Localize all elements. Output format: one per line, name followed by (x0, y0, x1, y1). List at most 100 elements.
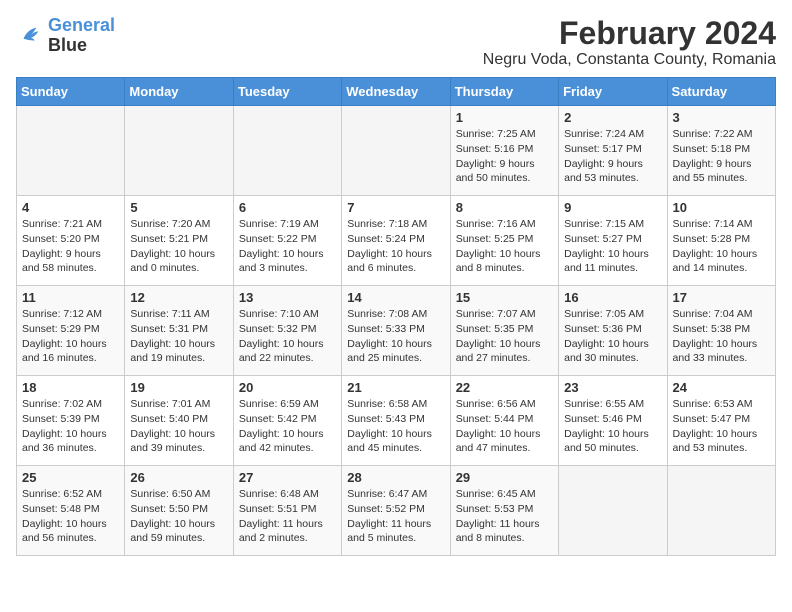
calendar-day-cell: 20Sunrise: 6:59 AMSunset: 5:42 PMDayligh… (233, 376, 341, 466)
calendar-day-cell: 9Sunrise: 7:15 AMSunset: 5:27 PMDaylight… (559, 196, 667, 286)
day-number: 21 (347, 380, 444, 395)
calendar-table: SundayMondayTuesdayWednesdayThursdayFrid… (16, 77, 776, 556)
title-block: February 2024 Negru Voda, Constanta Coun… (483, 16, 776, 69)
day-number: 25 (22, 470, 119, 485)
day-info: Sunrise: 6:58 AMSunset: 5:43 PMDaylight:… (347, 397, 444, 456)
calendar-day-cell (342, 106, 450, 196)
day-number: 23 (564, 380, 661, 395)
weekday-header-sunday: Sunday (17, 78, 125, 106)
logo-bird-icon (16, 22, 44, 50)
weekday-header-wednesday: Wednesday (342, 78, 450, 106)
calendar-day-cell: 8 Sunrise: 7:16 AMSunset: 5:25 PMDaylight… (450, 196, 558, 286)
day-info: Sunrise: 6:50 AMSunset: 5:50 PMDaylight:… (130, 487, 227, 546)
day-info: Sunrise: 7:10 AMSunset: 5:32 PMDaylight:… (239, 307, 336, 366)
day-number: 5 (130, 200, 227, 215)
calendar-week-row: 18 Sunrise: 7:02 AMSunset: 5:39 PMDayligh… (17, 376, 776, 466)
day-info: Sunrise: 6:52 AMSunset: 5:48 PMDaylight:… (22, 487, 119, 546)
day-number: 9 (564, 200, 661, 215)
day-number: 3 (673, 110, 770, 125)
calendar-day-cell: 14Sunrise: 7:08 AMSunset: 5:33 PMDayligh… (342, 286, 450, 376)
day-info: Sunrise: 7:02 AMSunset: 5:39 PMDaylight:… (22, 397, 119, 456)
calendar-day-cell: 5 Sunrise: 7:20 AMSunset: 5:21 PMDaylight… (125, 196, 233, 286)
day-info: Sunrise: 6:48 AMSunset: 5:51 PMDaylight:… (239, 487, 336, 546)
calendar-day-cell (559, 466, 667, 556)
calendar-day-cell: 12 Sunrise: 7:11 AMSunset: 5:31 PMDayligh… (125, 286, 233, 376)
calendar-day-cell: 23 Sunrise: 6:55 AMSunset: 5:46 PMDayligh… (559, 376, 667, 466)
day-info: Sunrise: 7:19 AMSunset: 5:22 PMDaylight:… (239, 217, 336, 276)
day-number: 18 (22, 380, 119, 395)
page-title: February 2024 (483, 16, 776, 51)
day-info: Sunrise: 7:16 AMSunset: 5:25 PMDaylight:… (456, 217, 553, 276)
day-number: 27 (239, 470, 336, 485)
day-number: 26 (130, 470, 227, 485)
day-info: Sunrise: 7:11 AMSunset: 5:31 PMDaylight:… (130, 307, 227, 366)
day-number: 28 (347, 470, 444, 485)
day-number: 7 (347, 200, 444, 215)
day-number: 12 (130, 290, 227, 305)
calendar-day-cell: 22Sunrise: 6:56 AMSunset: 5:44 PMDayligh… (450, 376, 558, 466)
calendar-day-cell: 6 Sunrise: 7:19 AMSunset: 5:22 PMDaylight… (233, 196, 341, 286)
page-header: GeneralBlue February 2024 Negru Voda, Co… (16, 16, 776, 69)
day-number: 15 (456, 290, 553, 305)
day-info: Sunrise: 7:25 AMSunset: 5:16 PMDaylight:… (456, 127, 553, 186)
calendar-day-cell (17, 106, 125, 196)
day-number: 2 (564, 110, 661, 125)
calendar-week-row: 11 Sunrise: 7:12 AMSunset: 5:29 PMDayligh… (17, 286, 776, 376)
calendar-day-cell: 15 Sunrise: 7:07 AMSunset: 5:35 PMDayligh… (450, 286, 558, 376)
calendar-day-cell: 18 Sunrise: 7:02 AMSunset: 5:39 PMDayligh… (17, 376, 125, 466)
day-number: 20 (239, 380, 336, 395)
calendar-week-row: 1 Sunrise: 7:25 AMSunset: 5:16 PMDaylight… (17, 106, 776, 196)
calendar-day-cell (125, 106, 233, 196)
calendar-day-cell: 29 Sunrise: 6:45 AMSunset: 5:53 PMDayligh… (450, 466, 558, 556)
calendar-day-cell: 19Sunrise: 7:01 AMSunset: 5:40 PMDayligh… (125, 376, 233, 466)
calendar-day-cell: 25 Sunrise: 6:52 AMSunset: 5:48 PMDayligh… (17, 466, 125, 556)
calendar-day-cell: 28 Sunrise: 6:47 AMSunset: 5:52 PMDayligh… (342, 466, 450, 556)
calendar-day-cell: 24Sunrise: 6:53 AMSunset: 5:47 PMDayligh… (667, 376, 775, 466)
weekday-header-friday: Friday (559, 78, 667, 106)
page-subtitle: Negru Voda, Constanta County, Romania (483, 51, 776, 69)
calendar-day-cell (667, 466, 775, 556)
day-info: Sunrise: 7:07 AMSunset: 5:35 PMDaylight:… (456, 307, 553, 366)
calendar-day-cell: 10 Sunrise: 7:14 AMSunset: 5:28 PMDayligh… (667, 196, 775, 286)
day-number: 29 (456, 470, 553, 485)
calendar-day-cell: 11 Sunrise: 7:12 AMSunset: 5:29 PMDayligh… (17, 286, 125, 376)
calendar-day-cell: 26 Sunrise: 6:50 AMSunset: 5:50 PMDayligh… (125, 466, 233, 556)
day-info: Sunrise: 7:21 AMSunset: 5:20 PMDaylight:… (22, 217, 119, 276)
day-info: Sunrise: 7:05 AMSunset: 5:36 PMDaylight:… (564, 307, 661, 366)
day-info: Sunrise: 7:24 AMSunset: 5:17 PMDaylight:… (564, 127, 661, 186)
day-info: Sunrise: 6:45 AMSunset: 5:53 PMDaylight:… (456, 487, 553, 546)
day-number: 6 (239, 200, 336, 215)
calendar-day-cell: 4Sunrise: 7:21 AMSunset: 5:20 PMDaylight… (17, 196, 125, 286)
calendar-day-cell: 3 Sunrise: 7:22 AMSunset: 5:18 PMDaylight… (667, 106, 775, 196)
day-number: 11 (22, 290, 119, 305)
day-info: Sunrise: 7:01 AMSunset: 5:40 PMDaylight:… (130, 397, 227, 456)
calendar-day-cell: 27 Sunrise: 6:48 AMSunset: 5:51 PMDayligh… (233, 466, 341, 556)
day-number: 1 (456, 110, 553, 125)
day-info: Sunrise: 7:20 AMSunset: 5:21 PMDaylight:… (130, 217, 227, 276)
day-number: 13 (239, 290, 336, 305)
day-number: 17 (673, 290, 770, 305)
calendar-day-cell: 2 Sunrise: 7:24 AMSunset: 5:17 PMDaylight… (559, 106, 667, 196)
weekday-header-monday: Monday (125, 78, 233, 106)
day-info: Sunrise: 6:47 AMSunset: 5:52 PMDaylight:… (347, 487, 444, 546)
day-info: Sunrise: 7:04 AMSunset: 5:38 PMDaylight:… (673, 307, 770, 366)
day-info: Sunrise: 6:56 AMSunset: 5:44 PMDaylight:… (456, 397, 553, 456)
calendar-week-row: 25 Sunrise: 6:52 AMSunset: 5:48 PMDayligh… (17, 466, 776, 556)
calendar-day-cell (233, 106, 341, 196)
calendar-day-cell: 16Sunrise: 7:05 AMSunset: 5:36 PMDayligh… (559, 286, 667, 376)
day-info: Sunrise: 7:18 AMSunset: 5:24 PMDaylight:… (347, 217, 444, 276)
day-info: Sunrise: 7:12 AMSunset: 5:29 PMDaylight:… (22, 307, 119, 366)
calendar-day-cell: 21 Sunrise: 6:58 AMSunset: 5:43 PMDayligh… (342, 376, 450, 466)
day-number: 8 (456, 200, 553, 215)
day-number: 24 (673, 380, 770, 395)
calendar-week-row: 4Sunrise: 7:21 AMSunset: 5:20 PMDaylight… (17, 196, 776, 286)
day-info: Sunrise: 7:08 AMSunset: 5:33 PMDaylight:… (347, 307, 444, 366)
calendar-header-row: SundayMondayTuesdayWednesdayThursdayFrid… (17, 78, 776, 106)
day-number: 10 (673, 200, 770, 215)
day-info: Sunrise: 7:22 AMSunset: 5:18 PMDaylight:… (673, 127, 770, 186)
calendar-day-cell: 7 Sunrise: 7:18 AMSunset: 5:24 PMDaylight… (342, 196, 450, 286)
day-info: Sunrise: 6:55 AMSunset: 5:46 PMDaylight:… (564, 397, 661, 456)
day-info: Sunrise: 7:14 AMSunset: 5:28 PMDaylight:… (673, 217, 770, 276)
logo: GeneralBlue (16, 16, 115, 56)
weekday-header-thursday: Thursday (450, 78, 558, 106)
